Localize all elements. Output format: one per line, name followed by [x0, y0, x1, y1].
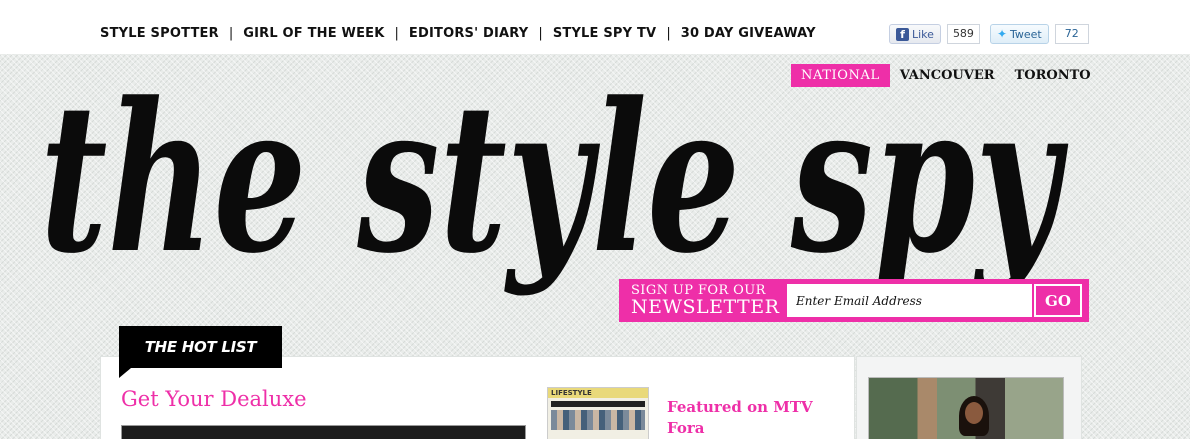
region-national[interactable]: NATIONAL — [791, 64, 890, 87]
nav-editors-diary[interactable]: EDITORS' DIARY — [409, 26, 529, 41]
newsletter-signup: SIGN UP FOR OUR NEWSLETTER GO — [619, 279, 1089, 322]
newsletter-heading: SIGN UP FOR OUR NEWSLETTER — [631, 284, 783, 317]
nav-separator: | — [538, 26, 543, 41]
photo-face — [965, 402, 983, 424]
thumbnail-label: LIFESTYLE — [548, 388, 648, 398]
twitter-icon: ✦ — [996, 27, 1007, 41]
hot-list-tab: THE HOT LIST — [119, 326, 282, 378]
sidebar-photo[interactable] — [868, 377, 1064, 439]
nav-separator: | — [394, 26, 399, 41]
region-toronto[interactable]: TORONTO — [1005, 64, 1101, 87]
newsletter-line2: NEWSLETTER — [631, 296, 780, 318]
post-image[interactable] — [121, 425, 526, 439]
logo-wordmark: the style spy — [40, 59, 1068, 299]
featured-thumbnail[interactable]: LIFESTYLE — [547, 387, 649, 439]
email-field[interactable] — [787, 284, 1032, 317]
region-nav: NATIONAL VANCOUVER TORONTO — [791, 64, 1101, 87]
main-content: Get Your Dealuxe LIFESTYLE Featured on M… — [100, 356, 855, 439]
nav-girl-of-the-week[interactable]: GIRL OF THE WEEK — [243, 26, 384, 41]
nav-separator: | — [666, 26, 671, 41]
newsletter-go-button[interactable]: GO — [1034, 284, 1082, 317]
nav-separator: | — [228, 26, 234, 41]
tweet-label: Tweet — [1010, 27, 1042, 41]
sidebar — [856, 356, 1082, 439]
thumbnail-photo-strip — [551, 410, 645, 430]
thumbnail-header-bar — [551, 401, 645, 407]
nav-30-day-giveaway[interactable]: 30 DAY GIVEAWAY — [681, 26, 816, 41]
nav-style-spy-tv[interactable]: STYLE SPY TV — [553, 26, 657, 41]
top-nav: STYLE SPOTTER | GIRL OF THE WEEK | EDITO… — [100, 26, 816, 41]
post-title[interactable]: Get Your Dealuxe — [121, 387, 307, 411]
region-vancouver[interactable]: VANCOUVER — [890, 64, 1005, 87]
featured-title[interactable]: Featured on MTV Fora — [667, 397, 827, 439]
facebook-icon: f — [896, 27, 909, 41]
like-label: Like — [912, 27, 934, 41]
nav-style-spotter[interactable]: STYLE SPOTTER — [100, 26, 219, 41]
